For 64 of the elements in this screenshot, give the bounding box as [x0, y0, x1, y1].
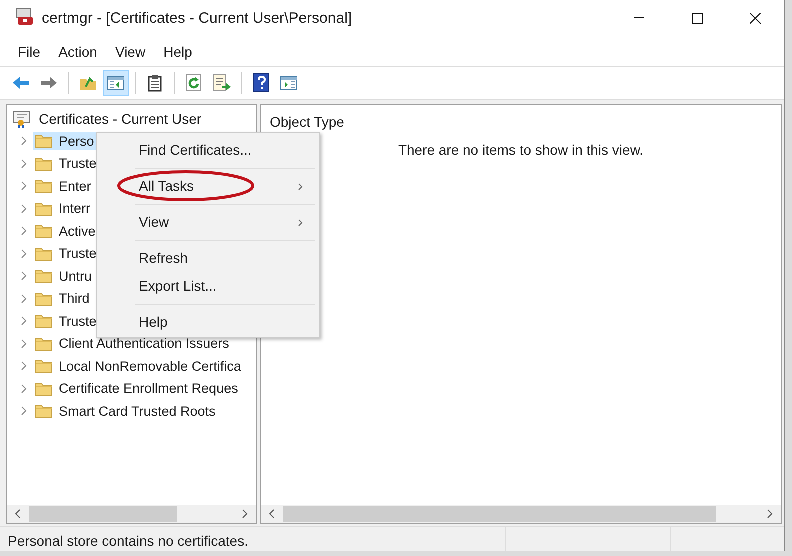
folder-icon	[35, 156, 53, 172]
tree-item[interactable]: Client Authentication Issuers	[33, 334, 232, 353]
close-icon[interactable]	[750, 13, 760, 24]
expand-icon[interactable]	[20, 361, 28, 372]
tree-item[interactable]: Third	[33, 290, 92, 308]
folder-icon	[35, 133, 53, 150]
tree-item[interactable]: Truste	[33, 154, 99, 173]
expand-icon[interactable]	[20, 294, 28, 304]
folder-icon	[35, 178, 53, 194]
menu-item[interactable]: All Tasks	[97, 172, 319, 200]
tree-item[interactable]: Local NonRemovable Certifica	[33, 357, 244, 376]
column-header[interactable]: Object Type	[261, 105, 781, 136]
menu-item[interactable]: Export List...	[97, 272, 319, 300]
expand-icon[interactable]	[20, 248, 28, 259]
folder-icon	[35, 200, 53, 217]
folder-icon	[35, 358, 53, 374]
expand-icon[interactable]	[20, 158, 28, 169]
tree-item[interactable]: Truste	[33, 244, 99, 263]
scroll-left-icon[interactable]	[15, 509, 21, 519]
folder-icon	[35, 268, 53, 284]
folder-icon	[35, 313, 53, 330]
tree-item[interactable]: Truste	[33, 312, 99, 330]
tree-item[interactable]: Smart Card Trusted Roots	[33, 402, 218, 420]
expand-icon[interactable]	[20, 316, 28, 326]
tree-item[interactable]: Active	[33, 222, 98, 240]
folder-icon	[35, 246, 53, 262]
expand-icon[interactable]	[20, 181, 28, 192]
menu-item[interactable]: Refresh	[97, 244, 319, 272]
folder-icon	[35, 223, 53, 240]
tree-item[interactable]: Certificate Enrollment Reques	[33, 380, 240, 398]
certificate-icon	[13, 110, 33, 128]
tree-item[interactable]: Interr	[33, 200, 93, 218]
status-text: Personal store contains no certificates.	[7, 532, 250, 548]
menu-item[interactable]: File	[9, 42, 50, 62]
folder-icon	[35, 380, 53, 397]
maximize-icon[interactable]	[692, 13, 702, 24]
expand-icon[interactable]	[20, 384, 28, 394]
tree-item[interactable]: Untru	[33, 267, 94, 286]
scroll-right-icon[interactable]	[767, 509, 773, 519]
expand-icon[interactable]	[20, 226, 28, 236]
app-icon	[16, 8, 34, 26]
empty-message: There are no items to show in this view.	[397, 141, 645, 158]
tree-item[interactable]: Perso	[33, 132, 96, 150]
folder-icon	[35, 336, 53, 352]
expand-icon[interactable]	[20, 136, 28, 146]
scroll-right-icon[interactable]	[242, 509, 248, 519]
folder-icon	[35, 290, 53, 307]
expand-icon[interactable]	[20, 406, 28, 416]
scrollbar-thumb[interactable]	[29, 506, 177, 522]
expand-icon[interactable]	[20, 338, 28, 349]
menu-item[interactable]: Action	[50, 42, 106, 62]
tree-item[interactable]: Enter	[33, 177, 94, 196]
menu-item[interactable]: Help	[97, 308, 319, 336]
expand-icon[interactable]	[20, 204, 28, 214]
scrollbar-thumb[interactable]	[283, 506, 716, 522]
tree-root[interactable]: Certificates - Current User	[39, 111, 202, 127]
expand-icon[interactable]	[20, 271, 28, 282]
menu-item[interactable]: Help	[154, 42, 202, 62]
menu-item[interactable]: View	[97, 208, 319, 236]
folder-icon	[35, 403, 53, 420]
menu-item[interactable]: View	[106, 42, 155, 62]
scroll-left-icon[interactable]	[269, 509, 275, 519]
window-title: certmgr - [Certificates - Current User\Personal]	[42, 10, 354, 27]
menu-item[interactable]: Find Certificates...	[97, 136, 319, 164]
